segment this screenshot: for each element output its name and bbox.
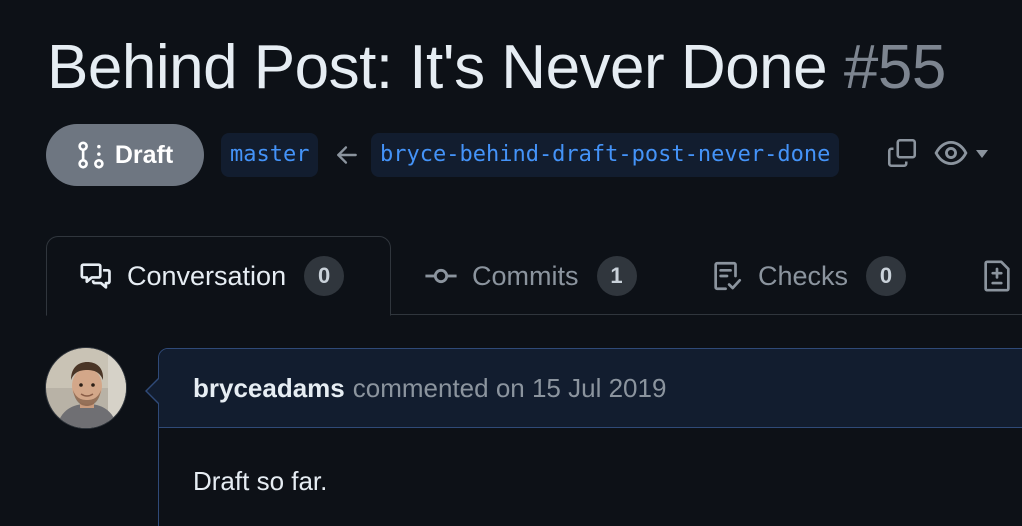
file-diff-icon [984, 260, 1010, 292]
git-pull-request-draft-icon [78, 141, 104, 169]
base-branch[interactable]: master [221, 133, 319, 177]
head-branch[interactable]: bryce-behind-draft-post-never-done [371, 133, 840, 177]
avatar[interactable] [45, 347, 127, 429]
tab-commits-label: Commits [472, 260, 579, 291]
tab-commits[interactable]: Commits 1 [424, 236, 637, 316]
comment-timestamp[interactable]: commented on 15 Jul 2019 [353, 373, 667, 404]
chevron-down-icon[interactable] [974, 148, 990, 160]
tab-conversation-count: 0 [304, 256, 345, 296]
pull-request-page: Behind Post: It's Never Done #55 Draft m… [0, 0, 1022, 526]
status-badge: Draft [46, 124, 204, 186]
checklist-icon [714, 261, 742, 291]
git-commit-icon [425, 268, 457, 284]
user-avatar-image [46, 348, 126, 428]
comment-box: bryceadams commented on 15 Jul 2019 Draf… [158, 348, 1022, 526]
comment-discussion-icon [80, 263, 111, 289]
tab-files-changed[interactable] [980, 236, 1014, 316]
tab-checks[interactable]: Checks 0 [710, 236, 907, 316]
comment-header: bryceadams commented on 15 Jul 2019 [159, 349, 1022, 428]
status-badge-label: Draft [114, 140, 174, 169]
comment-body: Draft so far. [193, 466, 328, 496]
pr-title: Behind Post: It's Never Done [47, 33, 828, 102]
tab-checks-count: 0 [866, 256, 907, 296]
comment-author[interactable]: bryceadams [193, 373, 345, 404]
comment-pointer-fill [147, 378, 160, 404]
tab-conversation[interactable]: Conversation 0 [46, 236, 391, 316]
tab-commits-count: 1 [596, 256, 637, 296]
eye-icon[interactable] [934, 138, 968, 168]
copy-icon[interactable] [885, 136, 919, 170]
arrow-left-icon [337, 146, 357, 164]
tab-checks-label: Checks [758, 260, 849, 291]
page-title: Behind Post: It's Never Done #55 [47, 30, 946, 106]
pr-number: #55 [843, 33, 946, 102]
tab-conversation-label: Conversation [127, 260, 287, 291]
